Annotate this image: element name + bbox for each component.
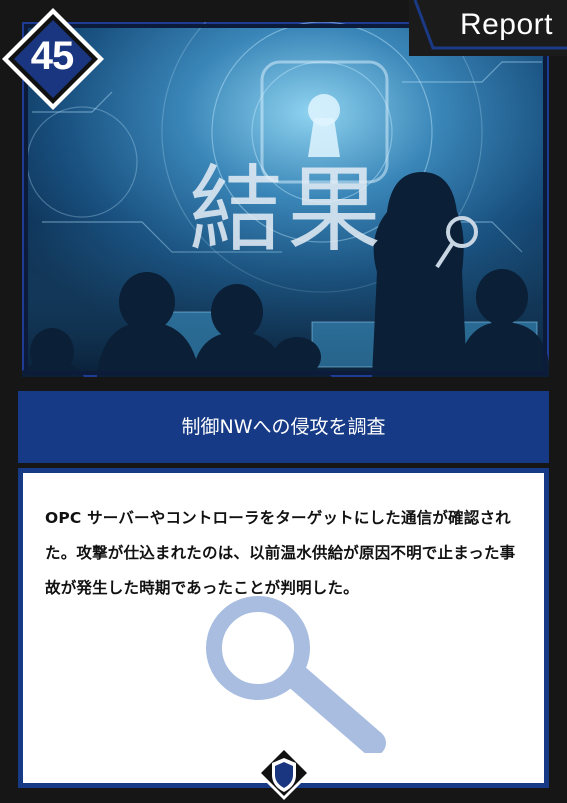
report-card: 結果 Report 45 制御NWへの侵攻を調査 OPC サーバーやコントローラ… xyxy=(0,0,567,803)
card-description: OPC サーバーやコントローラをターゲットにした通信が確認された。攻撃が仕込まれ… xyxy=(45,509,516,597)
description-panel: OPC サーバーやコントローラをターゲットにした通信が確認された。攻撃が仕込まれ… xyxy=(18,468,549,788)
card-number-badge: 45 xyxy=(0,4,108,114)
card-title: 制御NWへの侵攻を調査 xyxy=(181,416,386,438)
shield-icon xyxy=(257,746,311,800)
magnifier-icon xyxy=(206,596,386,753)
card-number: 45 xyxy=(30,34,75,78)
category-tab: Report xyxy=(409,0,567,56)
description-body: OPC サーバーやコントローラをターゲットにした通信が確認された。攻撃が仕込まれ… xyxy=(23,473,544,783)
category-label: Report xyxy=(459,8,553,41)
title-banner: 制御NWへの侵攻を調査 xyxy=(18,391,549,463)
image-caption: 結果 xyxy=(188,156,385,265)
